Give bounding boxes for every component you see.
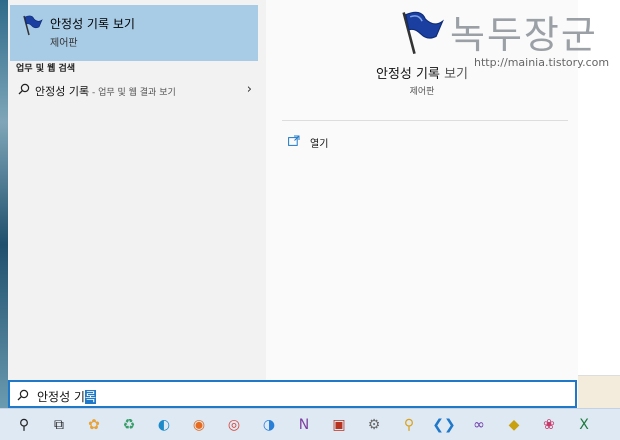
desktop-background [0,0,8,408]
onenote-icon[interactable]: N [292,413,316,437]
watermark-url: http://mainia.tistory.com [474,56,610,69]
web-search-hint: - 업무 및 웹 결과 보기 [89,88,176,98]
chevron-right-icon[interactable]: › [247,82,252,97]
web-search-heading: 업무 및 웹 검색 [16,64,76,74]
watermark-text: 녹두장군 [450,13,598,57]
search-icon[interactable]: ⚲ [12,413,36,437]
ime-composition: 록 [84,390,97,404]
search-icon [18,83,30,95]
open-icon [288,135,300,146]
flag-icon-large [402,11,444,54]
recycle-app-icon[interactable]: ♻ [117,413,141,437]
app-yellow-icon[interactable]: ◆ [502,413,526,437]
chrome-icon[interactable]: ◎ [222,413,246,437]
taskbar: ⚲ ⧉ ✿ ♻ ◐ ◉ ◎ ◑ N ▣ ⚙ ⚲ ❮❯ ∞ ◆ ❀ X [0,408,620,440]
edge-icon[interactable]: ◑ [257,413,281,437]
app-pink-icon[interactable]: ❀ [537,413,561,437]
magnifier-icon[interactable]: ⚲ [397,413,421,437]
best-match-title: 안정성 기록 보기 [50,17,135,31]
open-label: 열기 [310,139,329,150]
app-red-icon[interactable]: ▣ [327,413,351,437]
best-match-subtitle: 제어판 [50,38,78,49]
detail-subtitle: 제어판 [409,87,435,97]
app-gear-icon[interactable]: ⚙ [362,413,386,437]
search-icon [17,389,29,401]
visual-studio-icon[interactable]: ∞ [467,413,491,437]
vscode-icon[interactable]: ❮❯ [432,413,456,437]
web-search-item[interactable]: 안정성 기록 - 업무 및 웹 결과 보기 › [10,79,256,101]
best-match-item[interactable]: 안정성 기록 보기 제어판 [10,5,258,61]
web-search-query: 안정성 기록 [35,85,90,98]
paint-app-icon[interactable]: ✿ [82,413,106,437]
flag-icon [23,15,43,36]
divider [282,120,568,121]
firefox-icon[interactable]: ◉ [187,413,211,437]
search-input[interactable]: 안정성 기록 [37,388,97,405]
task-view-icon[interactable]: ⧉ [47,413,71,437]
excel-icon[interactable]: X [572,413,596,437]
search-box[interactable]: 안정성 기록 [8,380,577,408]
edge-legacy-icon[interactable]: ◐ [152,413,176,437]
results-list: 안정성 기록 보기 제어판 업무 및 웹 검색 안정성 기록 - 업무 및 웹 … [8,0,258,380]
